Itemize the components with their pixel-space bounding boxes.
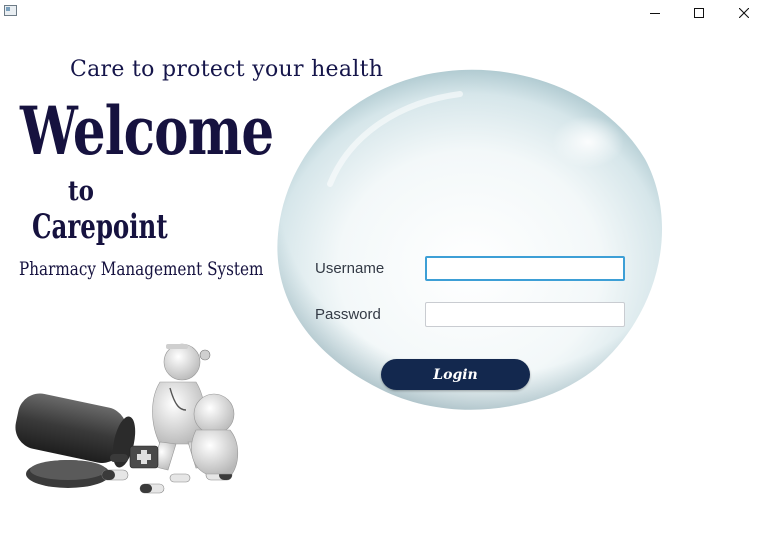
app-icon (4, 5, 17, 16)
medical-kit (129, 445, 159, 469)
password-input[interactable] (425, 302, 625, 327)
password-label: Password (315, 306, 381, 323)
minimize-button[interactable] (632, 0, 678, 26)
close-button[interactable] (721, 0, 767, 26)
close-icon (739, 8, 749, 18)
username-input[interactable] (425, 256, 625, 281)
brand-name: Carepoint (32, 207, 168, 247)
username-label: Username (315, 260, 385, 277)
welcome-to-text: to (68, 176, 94, 207)
maximize-button[interactable] (676, 0, 722, 26)
patient-figure (191, 393, 239, 475)
app-subtitle: Pharmacy Management System (19, 258, 264, 280)
welcome-heading: Welcome (20, 92, 274, 170)
maximize-icon (694, 8, 704, 18)
pharmacy-illustration (15, 343, 239, 494)
title-bar (0, 0, 767, 26)
minimize-icon (650, 13, 660, 14)
login-button[interactable]: Login (381, 359, 530, 390)
